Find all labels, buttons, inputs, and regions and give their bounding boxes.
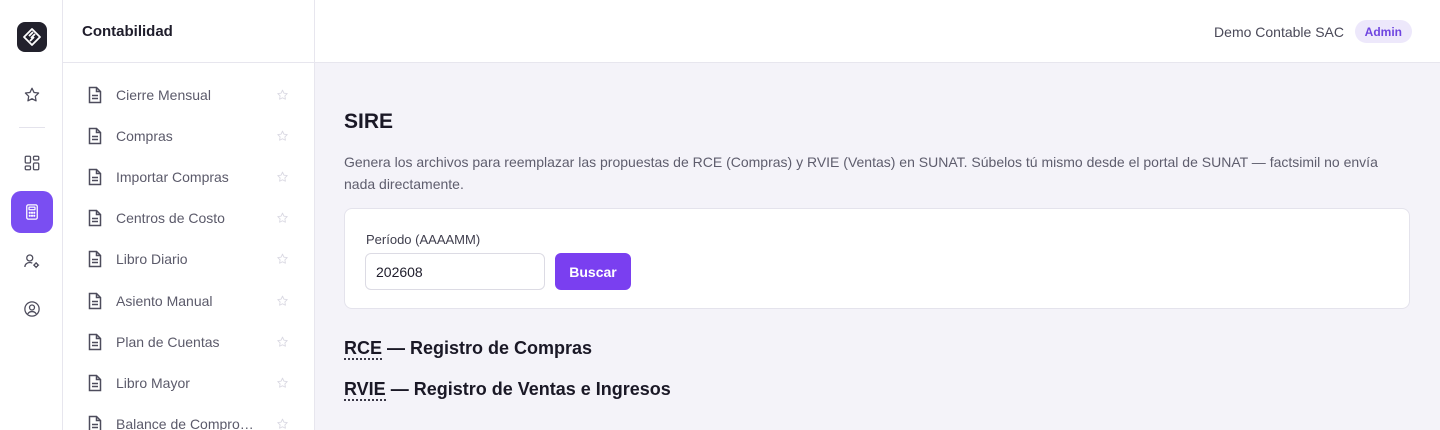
- document-icon: [87, 250, 103, 268]
- rce-section-heading: RCE — Registro de Compras: [344, 338, 593, 360]
- page-title: SIRE: [344, 110, 394, 133]
- user-circle-icon: [23, 300, 41, 318]
- profile-rail-button[interactable]: [11, 288, 53, 330]
- rce-section-title: — Registro de Compras: [382, 338, 593, 358]
- rce-abbreviation: RCE: [344, 338, 383, 360]
- document-icon: [87, 86, 103, 104]
- page-description: Genera los archivos para reemplazar las …: [344, 154, 1378, 192]
- sidebar-item-importar-compras[interactable]: Importar Compras: [63, 156, 314, 197]
- rvie-section-title: — Registro de Ventas e Ingresos: [385, 379, 671, 399]
- rail-divider: [19, 127, 45, 128]
- sidebar-item-libro-diario[interactable]: Libro Diario: [63, 239, 314, 280]
- top-bar: Demo Contable SAC Admin: [315, 0, 1440, 63]
- favorite-star-icon[interactable]: [276, 335, 289, 348]
- sidebar-item-label: Plan de Cuentas: [116, 333, 220, 350]
- document-icon: [87, 209, 103, 227]
- sidebar-item-label: Compras: [116, 127, 173, 144]
- sidebar-item-compras[interactable]: Compras: [63, 115, 314, 156]
- sidebar-item-balance-de-comprobacion[interactable]: Balance de Comprobación: [63, 404, 314, 430]
- app-logo-icon[interactable]: [17, 22, 47, 52]
- rvie-abbreviation: RVIE: [344, 379, 386, 401]
- sidebar-item-centros-de-costo[interactable]: Centros de Costo: [63, 198, 314, 239]
- search-button[interactable]: Buscar: [555, 253, 631, 290]
- sidebar-nav: Cierre Mensual Compras Importar Compras …: [63, 74, 314, 430]
- favorite-star-icon[interactable]: [276, 88, 289, 101]
- favorite-star-icon[interactable]: [276, 294, 289, 307]
- favorite-star-icon[interactable]: [276, 418, 289, 430]
- sidebar-item-label: Asiento Manual: [116, 292, 213, 309]
- icon-rail: [0, 0, 63, 430]
- sidebar-item-label: Centros de Costo: [116, 210, 225, 227]
- calculator-icon: [23, 203, 41, 221]
- sidebar-item-cierre-mensual[interactable]: Cierre Mensual: [63, 74, 314, 115]
- dashboard-rail-button[interactable]: [11, 142, 53, 184]
- sidebar-item-label: Importar Compras: [116, 168, 229, 185]
- document-icon: [87, 415, 103, 430]
- accounting-rail-button[interactable]: [11, 191, 53, 233]
- document-icon: [87, 374, 103, 392]
- sidebar-item-libro-mayor[interactable]: Libro Mayor: [63, 362, 314, 403]
- rvie-section-heading: RVIE — Registro de Ventas e Ingresos: [344, 379, 671, 401]
- sidebar-item-asiento-manual[interactable]: Asiento Manual: [63, 280, 314, 321]
- user-settings-icon: [23, 252, 41, 270]
- users-admin-rail-button[interactable]: [11, 240, 53, 282]
- company-name[interactable]: Demo Contable SAC: [1214, 24, 1344, 40]
- period-label: Período (AAAAMM): [366, 232, 481, 247]
- document-icon: [87, 333, 103, 351]
- main-content: SIRE Genera los archivos para reemplazar…: [315, 63, 1440, 430]
- sidebar-item-label: Cierre Mensual: [116, 86, 211, 103]
- dashboard-grid-icon: [23, 154, 41, 172]
- role-badge: Admin: [1354, 20, 1412, 43]
- document-icon: [87, 292, 103, 310]
- favorites-rail-button[interactable]: [11, 74, 53, 116]
- sidebar-item-label: Libro Diario: [116, 251, 188, 268]
- sidebar-item-plan-de-cuentas[interactable]: Plan de Cuentas: [63, 321, 314, 362]
- star-icon: [23, 86, 41, 104]
- document-icon: [87, 127, 103, 145]
- favorite-star-icon[interactable]: [276, 129, 289, 142]
- favorite-star-icon[interactable]: [276, 170, 289, 183]
- sidebar-item-label: Balance de Comprobación: [116, 416, 256, 430]
- favorite-star-icon[interactable]: [276, 253, 289, 266]
- section-sidebar: Contabilidad Cierre Mensual Compras Impo…: [63, 0, 315, 430]
- document-icon: [87, 168, 103, 186]
- favorite-star-icon[interactable]: [276, 376, 289, 389]
- period-input[interactable]: [365, 253, 545, 290]
- sidebar-item-label: Libro Mayor: [116, 374, 190, 391]
- period-filter-card: Período (AAAAMM) Buscar: [344, 208, 1410, 309]
- sidebar-title: Contabilidad: [63, 0, 314, 63]
- favorite-star-icon[interactable]: [276, 212, 289, 225]
